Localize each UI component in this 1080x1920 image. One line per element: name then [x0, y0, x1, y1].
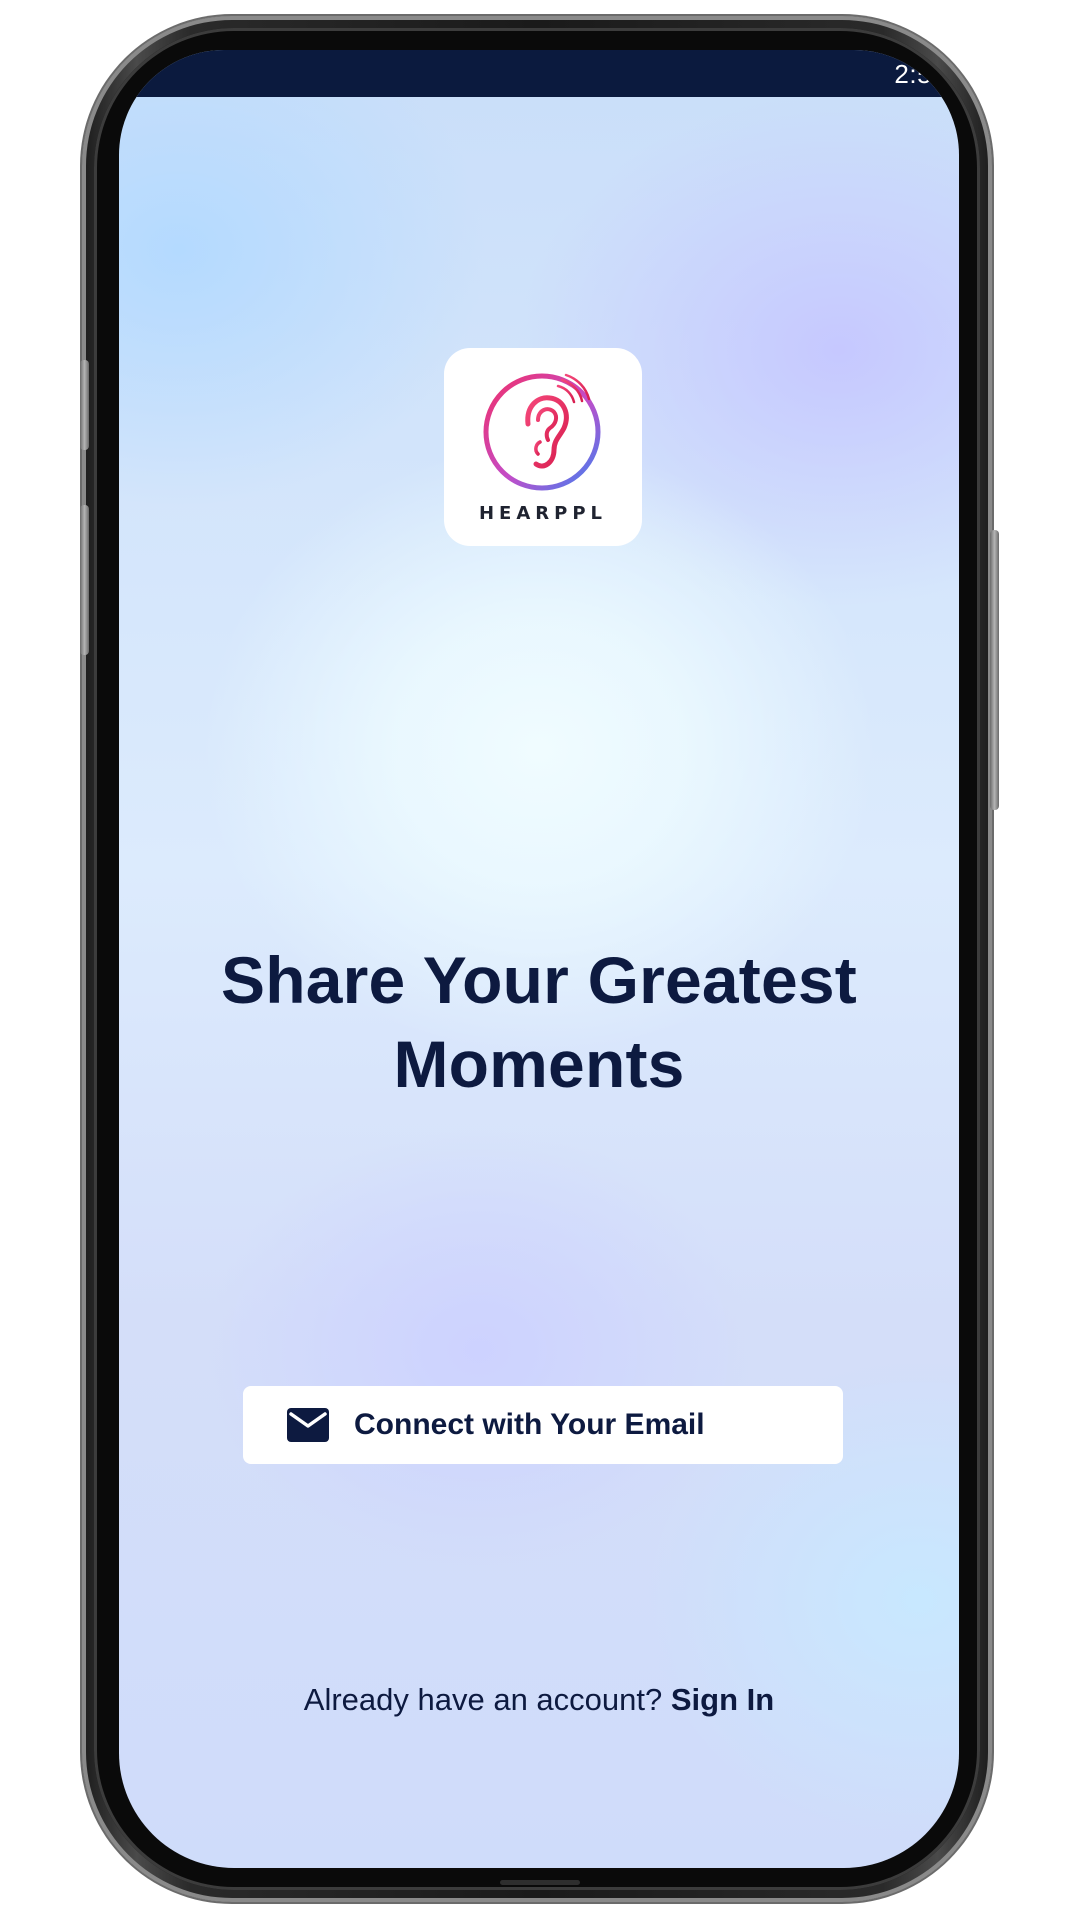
- connect-email-button[interactable]: Connect with Your Email: [243, 1386, 843, 1464]
- power-button: [990, 530, 999, 810]
- sign-in-link[interactable]: Sign In: [671, 1682, 774, 1717]
- app-logo: HEARPPL: [444, 348, 642, 546]
- page-title: Share Your Greatest Moments: [139, 938, 939, 1106]
- logo-wordmark: HEARPPL: [478, 503, 607, 524]
- title-line-2: Moments: [393, 1027, 685, 1101]
- volume-up-button: [80, 360, 89, 450]
- sign-in-footer: Already have an account? Sign In: [119, 1682, 959, 1718]
- status-time: 2:51: [894, 59, 947, 89]
- ear-icon: [483, 373, 601, 491]
- phone-chin: [500, 1880, 580, 1885]
- connect-email-label: Connect with Your Email: [354, 1408, 705, 1441]
- status-bar: 2:51: [119, 50, 959, 97]
- app-screen: 2:51 HEARPPL Share Your Greatest Moments…: [119, 50, 959, 1868]
- volume-down-button: [80, 505, 89, 655]
- title-line-1: Share Your Greatest: [221, 943, 857, 1017]
- account-prompt: Already have an account?: [303, 1682, 671, 1717]
- mail-icon: [287, 1408, 329, 1442]
